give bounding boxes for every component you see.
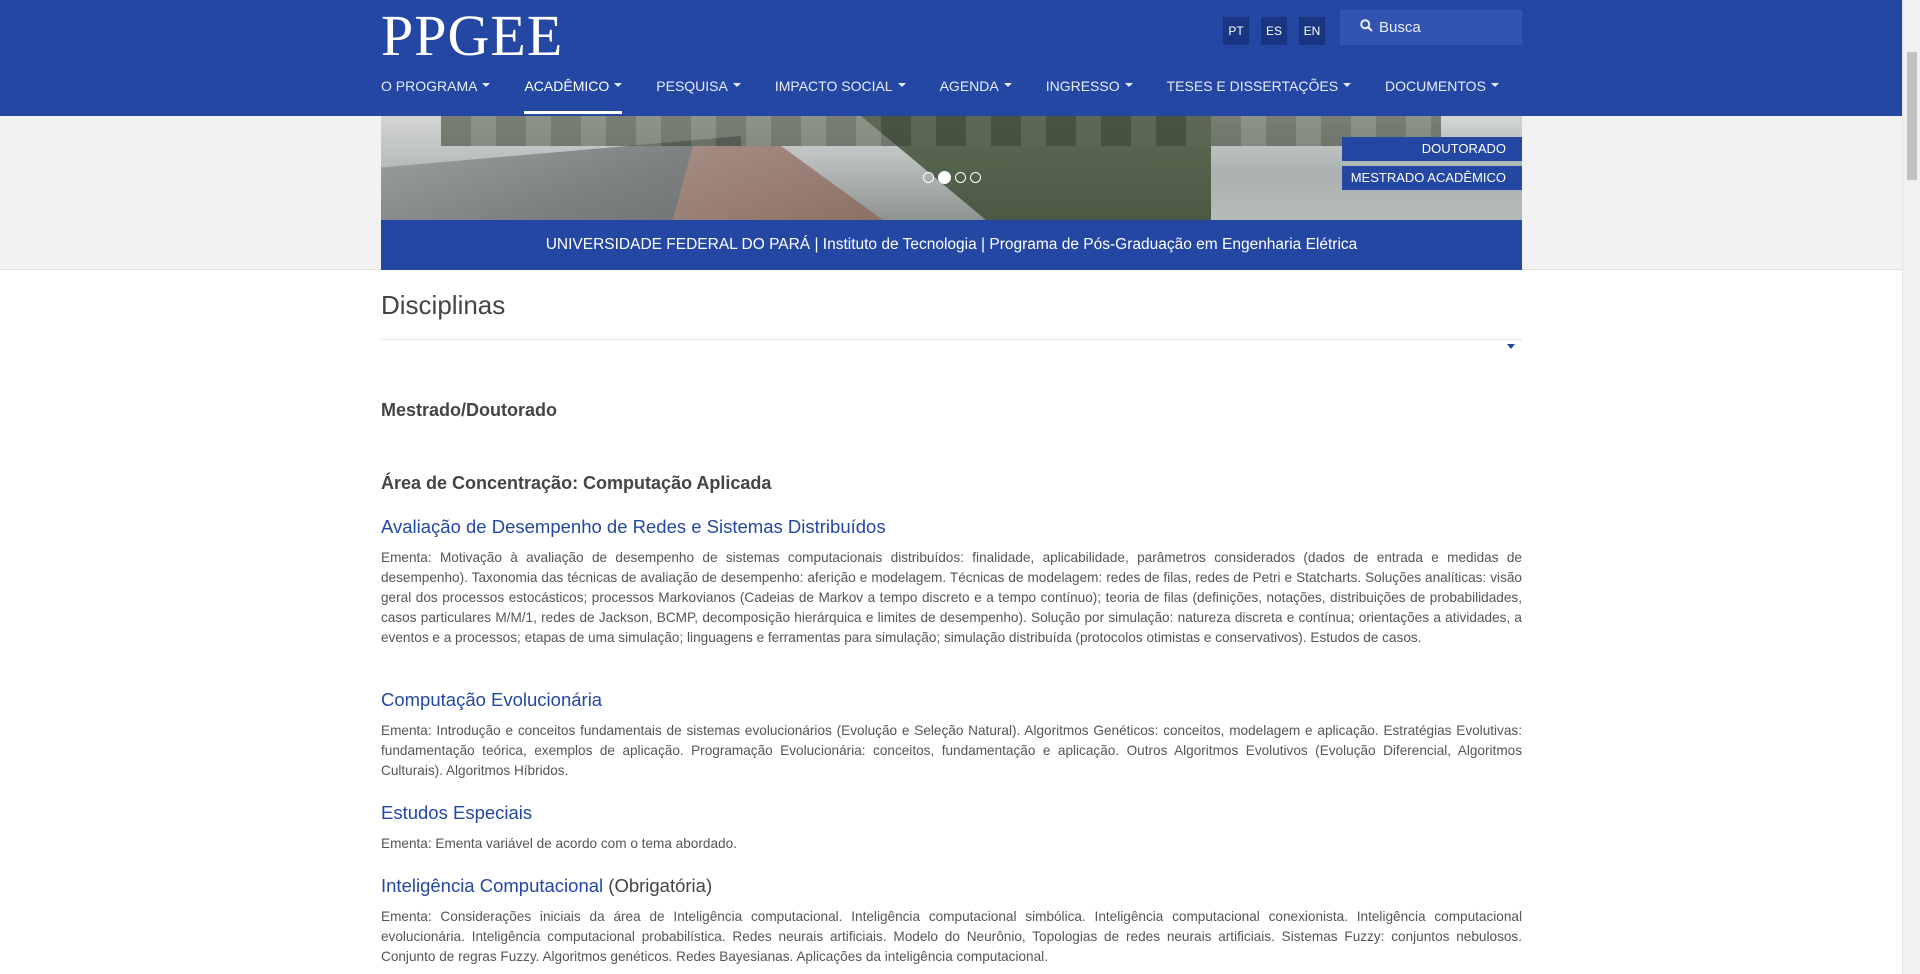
search-placeholder: Busca <box>1379 19 1421 36</box>
search-icon <box>1360 19 1379 36</box>
caret-down-icon <box>732 83 741 88</box>
institution-bar: UNIVERSIDADE FEDERAL DO PARÁ | Instituto… <box>381 220 1522 270</box>
nav-pesquisa[interactable]: PESQUISA <box>656 78 741 114</box>
nav-o-programa[interactable]: O PROGRAMA <box>381 78 491 114</box>
level-heading: Mestrado/Doutorado <box>381 400 558 420</box>
main-nav: O PROGRAMA ACADÊMICO PESQUISA IMPACTO SO… <box>381 78 1533 114</box>
carousel-dot[interactable] <box>923 172 934 183</box>
caret-down-icon <box>482 83 491 88</box>
course-title[interactable]: Inteligência Computacional (Obrigatória) <box>381 875 1522 897</box>
site-header: PPGEE PT ES EN Busca O PROGRAMA ACADÊMIC… <box>0 0 1902 116</box>
course-item: Estudos Especiais Ementa: Ementa variáve… <box>381 802 1522 854</box>
course-item: Computação Evolucionária Ementa: Introdu… <box>381 689 1522 781</box>
banner-tab-mestrado-academico[interactable]: MESTRADO ACADÊMICO <box>1342 166 1522 190</box>
nav-academico[interactable]: ACADÊMICO <box>524 78 623 114</box>
caret-down-icon <box>897 83 906 88</box>
area-heading: Área de Concentração: Computação Aplicad… <box>381 473 772 493</box>
course-description: Ementa: Ementa variável de acordo com o … <box>381 836 737 851</box>
course-title[interactable]: Computação Evolucionária <box>381 689 1522 711</box>
nav-agenda[interactable]: AGENDA <box>940 78 1012 114</box>
search-input[interactable]: Busca <box>1340 10 1522 45</box>
nav-ingresso[interactable]: INGRESSO <box>1046 78 1133 114</box>
nav-teses-dissertacoes[interactable]: TESES E DISSERTAÇÕES <box>1167 78 1352 114</box>
carousel-dots <box>923 171 981 184</box>
carousel-dot[interactable] <box>955 172 966 183</box>
title-divider <box>381 339 1522 340</box>
caret-down-icon <box>614 83 623 88</box>
caret-down-icon <box>1490 83 1499 88</box>
page-title: Disciplinas <box>381 290 506 320</box>
caret-down-icon <box>1124 83 1133 88</box>
course-title[interactable]: Avaliação de Desempenho de Redes e Siste… <box>381 516 1522 538</box>
caret-down-icon <box>1343 83 1352 88</box>
scrollbar-thumb[interactable] <box>1907 52 1917 180</box>
course-title[interactable]: Estudos Especiais <box>381 802 1522 824</box>
course-item: Avaliação de Desempenho de Redes e Siste… <box>381 516 1522 648</box>
course-description: Ementa: Introdução e conceitos fundament… <box>381 723 1522 778</box>
lang-en-button[interactable]: EN <box>1299 17 1325 45</box>
page-scrollbar[interactable] <box>1902 0 1920 974</box>
banner-tab-doutorado[interactable]: DOUTORADO <box>1342 137 1522 161</box>
lang-pt-button[interactable]: PT <box>1223 17 1249 45</box>
nav-impacto-social[interactable]: IMPACTO SOCIAL <box>775 78 906 114</box>
course-item: Inteligência Computacional (Obrigatória)… <box>381 875 1522 967</box>
caret-down-icon[interactable] <box>1507 344 1515 349</box>
carousel-dot[interactable] <box>970 172 981 183</box>
course-description: Ementa: Considerações iniciais da área d… <box>381 909 1522 964</box>
caret-down-icon <box>1003 83 1012 88</box>
site-logo[interactable]: PPGEE <box>381 2 563 69</box>
carousel-dot-active[interactable] <box>938 171 951 184</box>
nav-documentos[interactable]: DOCUMENTOS <box>1385 78 1499 114</box>
course-description: Ementa: Motivação à avaliação de desempe… <box>381 550 1522 645</box>
lang-es-button[interactable]: ES <box>1261 17 1287 45</box>
